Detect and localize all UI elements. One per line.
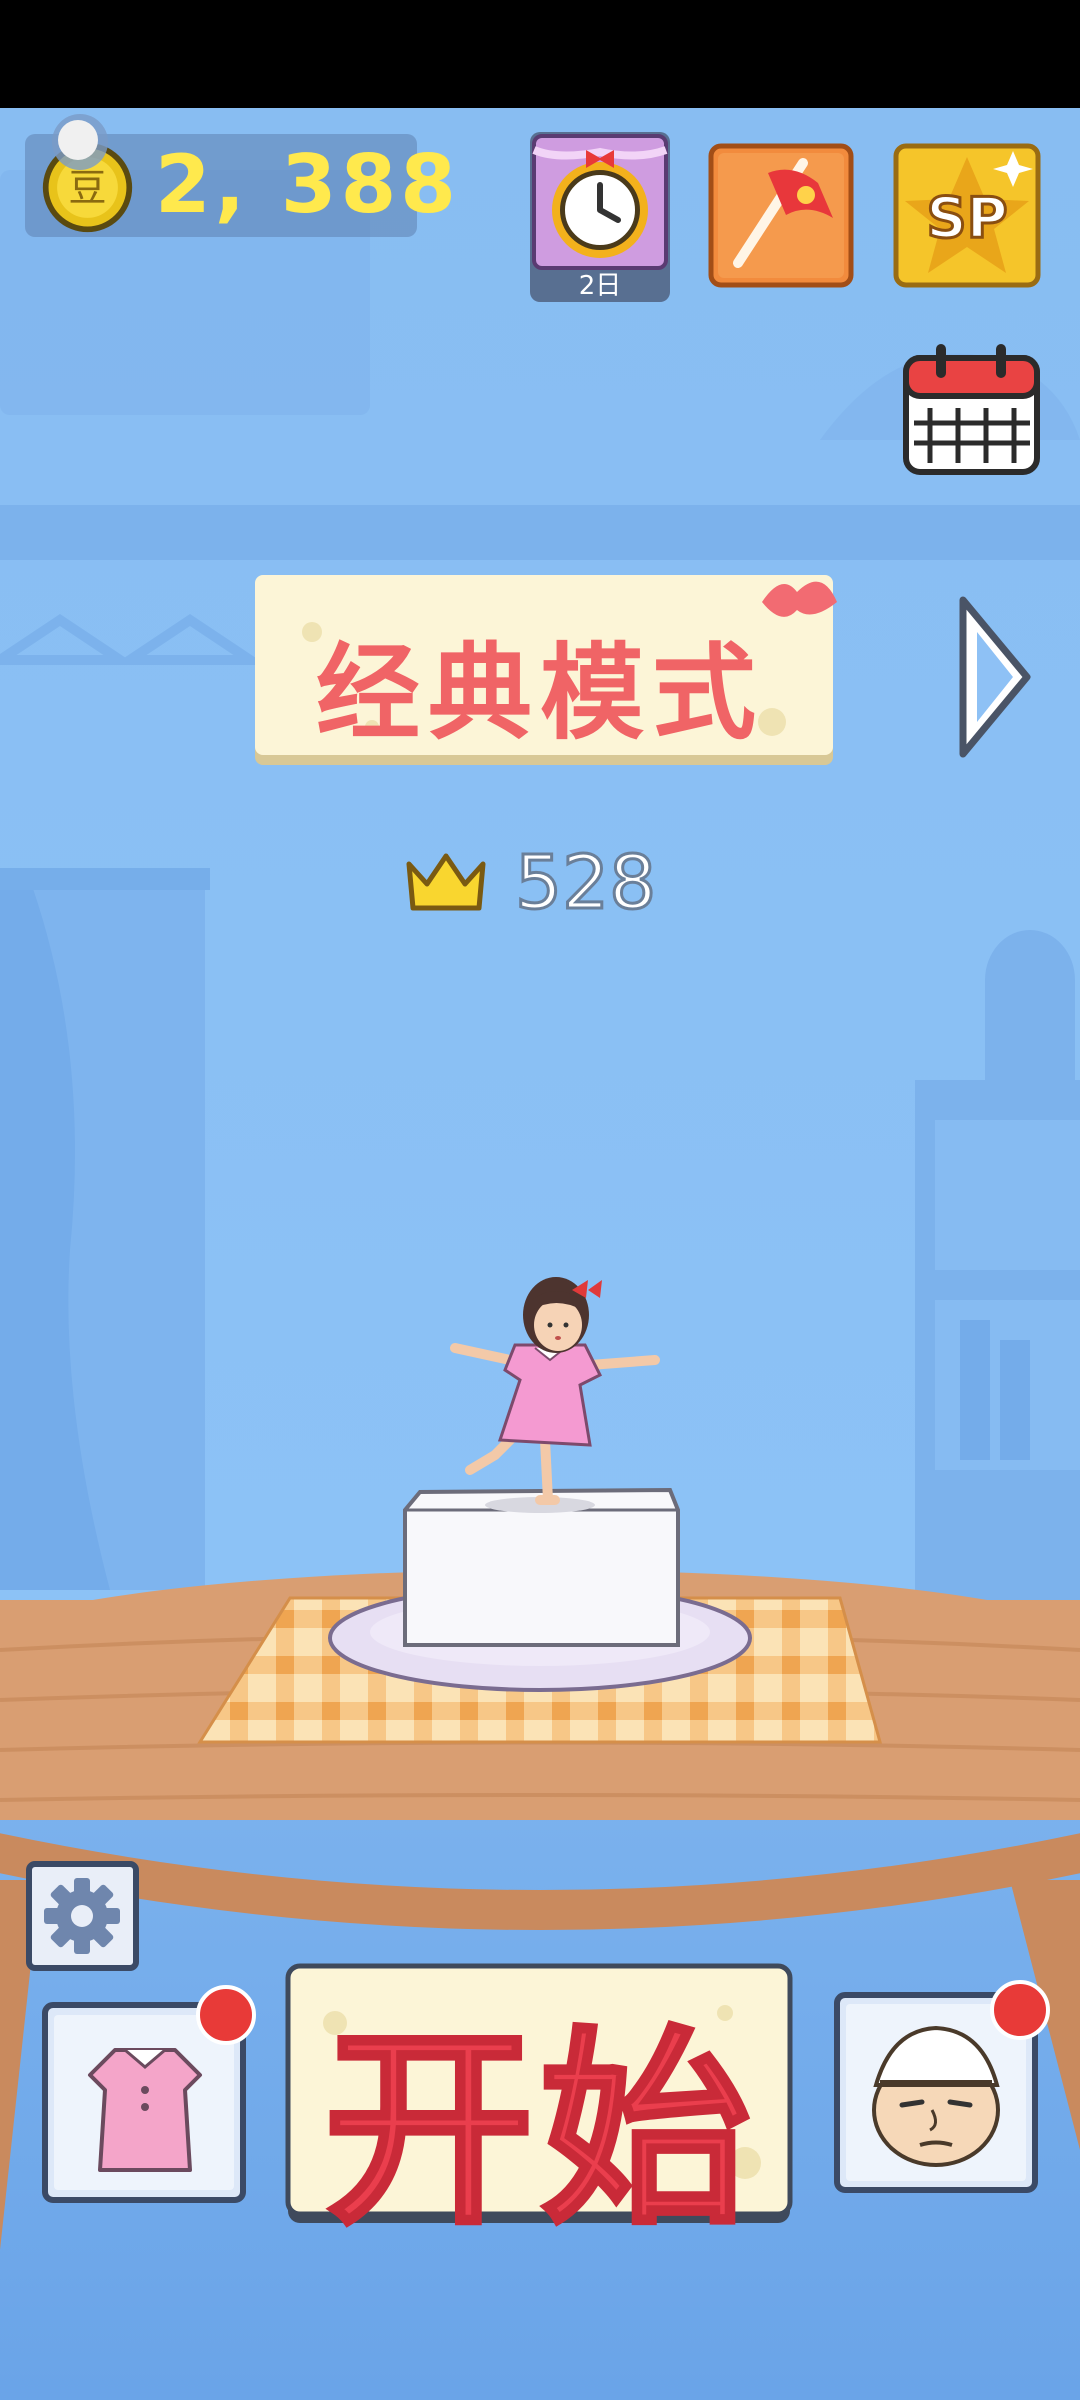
- crown-icon: [406, 853, 486, 911]
- calendar-button[interactable]: [900, 338, 1043, 478]
- next-mode-button[interactable]: [955, 592, 1035, 762]
- best-score: 528: [513, 839, 657, 928]
- start-button-label: 开始: [322, 2006, 756, 2255]
- calendar-icon: [903, 344, 1040, 475]
- daily-day-label: 2日: [578, 271, 622, 301]
- svg-text:SP: SP: [926, 186, 1007, 251]
- character-notification-badge: [990, 1980, 1050, 2040]
- sp-button[interactable]: SP: [893, 143, 1041, 288]
- mode-title: 经典模式: [315, 632, 764, 754]
- gear-icon: [26, 1861, 139, 1971]
- profile-indicator[interactable]: [30, 112, 112, 172]
- flag-button[interactable]: [708, 143, 854, 288]
- game-screen: 豆 2, 388 2日 SP 经典模式 528 开始: [0, 0, 1080, 2400]
- flag-icon: [708, 143, 854, 288]
- settings-button[interactable]: [25, 1860, 140, 1972]
- coin-count: 2, 388: [155, 138, 460, 231]
- outfit-notification-badge: [196, 1985, 256, 2045]
- sp-star-icon: SP: [893, 143, 1041, 288]
- svg-text:豆: 豆: [68, 166, 106, 210]
- chevron-right-icon: [959, 596, 1031, 758]
